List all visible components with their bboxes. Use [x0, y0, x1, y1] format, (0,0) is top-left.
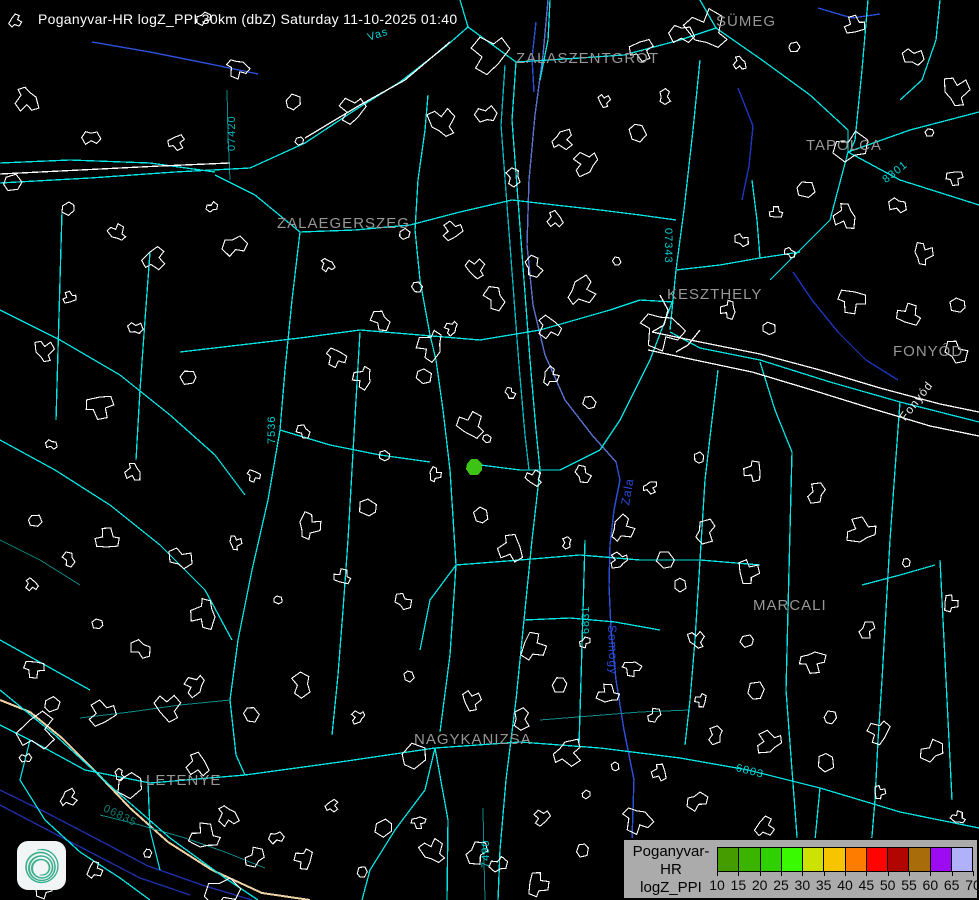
city-label-marcali: MARCALI — [753, 597, 827, 614]
legend-swatch-10-15 — [718, 848, 738, 871]
legend-tick-35: 35 — [816, 877, 832, 893]
legend-title-block: Poganyvar-HR logZ_PPI dbZ — [626, 843, 716, 900]
legend-tick-40: 40 — [837, 877, 853, 893]
legend-swatch-65-70 — [951, 848, 972, 871]
road-label-07420: 07420 — [226, 115, 238, 151]
legend-swatch-45-50 — [866, 848, 887, 871]
legend-radar-name: Poganyvar-HR — [626, 843, 716, 879]
map-canvas — [0, 0, 979, 900]
legend-tick-mark — [738, 871, 739, 876]
legend-tick-25: 25 — [773, 877, 789, 893]
legend-tick-mark — [781, 871, 782, 876]
radar-echo-cell — [466, 459, 482, 475]
city-label-nagykanizsa: NAGYKANIZSA — [414, 731, 532, 748]
radar-map: Poganyvar-HR logZ_PPI 30km (dbZ) Saturda… — [0, 0, 979, 900]
legend-swatch-15-20 — [738, 848, 759, 871]
legend-tick-mark — [824, 871, 825, 876]
legend-tick-mark — [973, 871, 974, 876]
legend-tick-20: 20 — [752, 877, 768, 893]
road-lines — [0, 0, 979, 900]
shore-lines — [0, 42, 979, 436]
legend-tick-55: 55 — [901, 877, 917, 893]
legend-tick-50: 50 — [880, 877, 896, 893]
city-label-letenye: LETENYE — [146, 772, 221, 789]
road-label-07343: 07343 — [662, 228, 674, 264]
legend-tick-mark — [717, 871, 718, 876]
legend-tick-30: 30 — [795, 877, 811, 893]
legend-tick-60: 60 — [923, 877, 939, 893]
met-spiral-logo[interactable] — [17, 841, 66, 890]
legend-tick-mark — [760, 871, 761, 876]
city-label-zalaszentgrt: ZALASZENTGRÓT — [516, 50, 659, 67]
legend-swatch-35-40 — [823, 848, 844, 871]
legend-tick-mark — [802, 871, 803, 876]
road-label-6831: 6831 — [580, 606, 592, 634]
map-title: Poganyvar-HR logZ_PPI 30km (dbZ) Saturda… — [38, 11, 457, 27]
legend-tick-45: 45 — [859, 877, 875, 893]
water-label-somogy: Somogy — [605, 625, 621, 675]
legend-tick-mark — [888, 871, 889, 876]
city-label-smeg: SÜMEG — [716, 13, 776, 30]
city-label-fonyd: FONYÓD — [893, 343, 963, 360]
legend-tick-mark — [909, 871, 910, 876]
road-label-7536: 7536 — [266, 416, 278, 444]
legend-swatch-30-35 — [802, 848, 823, 871]
legend-swatch-40-45 — [845, 848, 866, 871]
city-label-keszthely: KESZTHELY — [667, 286, 762, 303]
legend-tick-10: 10 — [709, 877, 725, 893]
spiral-icon — [17, 841, 66, 890]
legend-tick-mark — [952, 871, 953, 876]
city-label-zalaegerszeg: ZALAEGERSZEG — [277, 215, 410, 232]
legend-tick-70: 70 — [965, 877, 979, 893]
legend-tick-mark — [866, 871, 867, 876]
road-label-7490: 7490 — [480, 840, 492, 868]
legend-product-name: logZ_PPI — [626, 879, 716, 897]
legend-tick-15: 15 — [731, 877, 747, 893]
city-label-tapolca: TAPOLCA — [806, 137, 882, 154]
legend-swatch-60-65 — [930, 848, 951, 871]
legend-tick-mark — [845, 871, 846, 876]
legend-swatch-25-30 — [781, 848, 802, 871]
legend-swatch-20-25 — [760, 848, 781, 871]
legend-swatch-50-55 — [887, 848, 908, 871]
legend-swatch-55-60 — [908, 848, 929, 871]
legend-tick-mark — [930, 871, 931, 876]
legend-color-scale — [717, 847, 973, 872]
legend-tick-65: 65 — [944, 877, 960, 893]
legend-panel: Poganyvar-HR logZ_PPI dbZ 10 15 20 25 30 35 40… — [622, 838, 979, 900]
